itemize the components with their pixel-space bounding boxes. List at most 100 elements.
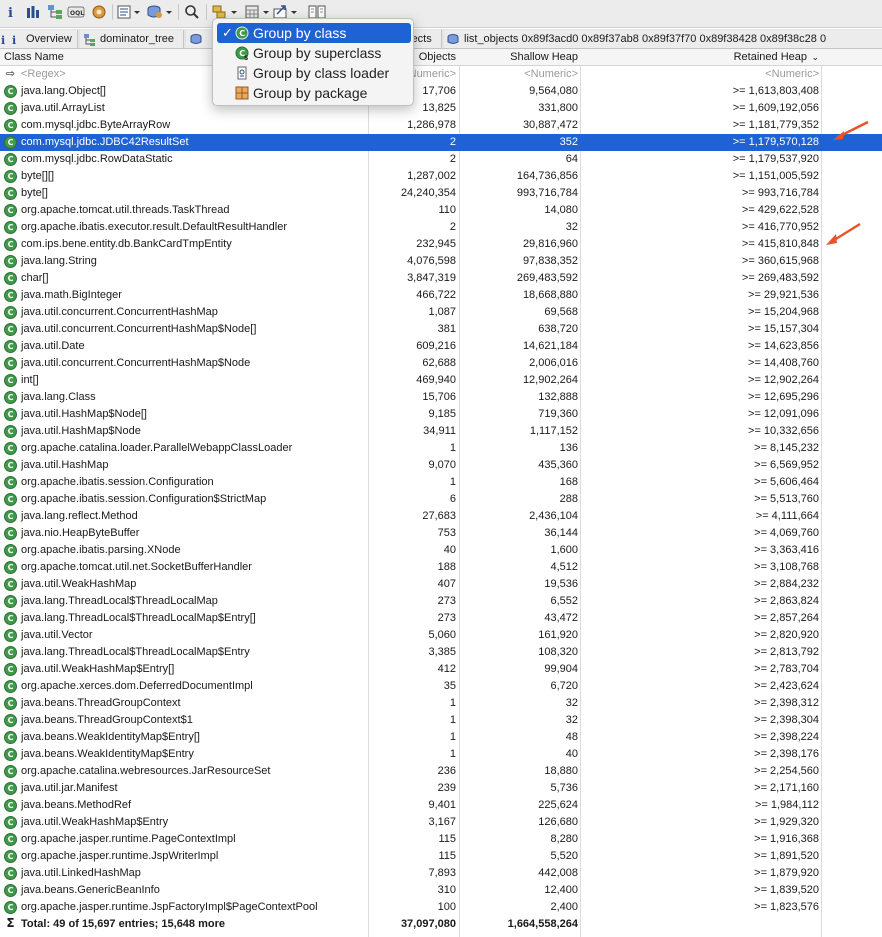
table-row[interactable]: Corg.apache.tomcat.util.net.SocketBuffer…	[0, 559, 882, 576]
table-row[interactable]: Cjava.lang.ThreadLocal$ThreadLocalMap 273…	[0, 593, 882, 610]
class-icon: C	[4, 272, 17, 285]
menu-item-group-by-class[interactable]: ✓ C Group by class	[217, 23, 411, 43]
table-row[interactable]: Cchar[] 3,847,319 269,483,592 >= 269,483,59…	[0, 270, 882, 287]
query-icon	[447, 33, 460, 46]
table-row[interactable]: Ccom.mysql.jdbc.JDBC42ResultSet 2 352 >= 1,…	[0, 134, 882, 151]
table-row[interactable]: Cjava.beans.GenericBeanInfo 310 12,400 >= 1…	[0, 882, 882, 899]
table-row[interactable]: Cjava.util.HashMap 9,070 435,360 >= 6,569,9…	[0, 457, 882, 474]
shallow-heap-cell: 269,483,592	[516, 272, 578, 284]
histogram-icon[interactable]	[24, 2, 42, 22]
query-icon[interactable]	[146, 2, 174, 22]
class-icon: C	[4, 782, 17, 795]
retained-heap-cell: >= 1,839,520	[754, 884, 819, 896]
retained-heap-cell: >= 416,770,952	[741, 221, 819, 233]
table-row[interactable]: Corg.apache.jasper.runtime.PageContextIm…	[0, 831, 882, 848]
table-row[interactable]: Cjava.util.HashMap$Node 34,911 1,117,152 >=…	[0, 423, 882, 440]
menu-item-group-by-package[interactable]: Group by package	[217, 83, 411, 103]
table-row[interactable]: Cjava.util.Date 609,216 14,621,184 >= 14,62…	[0, 338, 882, 355]
class-icon: C	[4, 663, 17, 676]
tab-list-objects[interactable]: list_objects 0x89f3acd0 0x89f37ab8 0x89f…	[444, 30, 882, 48]
objects-cell: 310	[437, 884, 456, 896]
oql-icon[interactable]: OQL	[66, 2, 86, 22]
table-row[interactable]: Corg.apache.ibatis.parsing.XNode 40 1,600 >…	[0, 542, 882, 559]
class-name-cell: java.util.HashMap$Node[]	[21, 408, 147, 420]
table-row[interactable]: Cjava.util.WeakHashMap$Entry 3,167 126,680…	[0, 814, 882, 831]
table-row[interactable]: Cjava.lang.reflect.Method 27,683 2,436,104…	[0, 508, 882, 525]
table-row[interactable]: Ccom.mysql.jdbc.RowDataStatic 2 64 >= 1,179…	[0, 151, 882, 168]
class-name-cell: java.lang.ThreadLocal$ThreadLocalMap	[21, 595, 218, 607]
dominator-tree-icon	[83, 33, 96, 46]
table-row[interactable]: Cjava.util.ArrayList 13,825 331,800 >= 1,60…	[0, 100, 882, 117]
filter-class-name[interactable]: <Regex>	[21, 66, 66, 83]
objects-cell: 2	[449, 153, 456, 165]
table-row[interactable]: Cjava.util.WeakHashMap 407 19,536 >= 2,884,…	[0, 576, 882, 593]
tab-overview[interactable]: i Overview	[6, 30, 78, 48]
table-row[interactable]: Corg.apache.jasper.runtime.JspFactoryImp…	[0, 899, 882, 916]
table-row[interactable]: Cjava.nio.HeapByteBuffer 753 36,144 >= 4,06…	[0, 525, 882, 542]
filter-objects[interactable]: Numeric>	[409, 66, 456, 83]
class-icon: C	[4, 629, 17, 642]
shallow-heap-cell: 6,720	[550, 680, 578, 692]
table-row[interactable]: Corg.apache.ibatis.executor.result.Defau…	[0, 219, 882, 236]
table-row[interactable]: Cjava.util.concurrent.ConcurrentHashMap 1…	[0, 304, 882, 321]
table-row[interactable]: Cjava.util.concurrent.ConcurrentHashMap$…	[0, 355, 882, 372]
info-icon[interactable]: i	[4, 2, 18, 22]
tab-dominator-tree[interactable]: dominator_tree	[80, 30, 184, 48]
class-icon: C	[4, 255, 17, 268]
table-row[interactable]: Cbyte[] 24,240,354 993,716,784 >= 993,716,7…	[0, 185, 882, 202]
table-row[interactable]: Cjava.util.HashMap$Node[] 9,185 719,360 >= …	[0, 406, 882, 423]
menu-item-group-by-superclass[interactable]: CS Group by superclass	[217, 43, 411, 63]
shallow-heap-cell: 331,800	[538, 102, 578, 114]
table-row[interactable]: Ccom.ips.bene.entity.db.BankCardTmpEntit…	[0, 236, 882, 253]
table-row[interactable]: Cjava.util.Vector 5,060 161,920 >= 2,820,92…	[0, 627, 882, 644]
table-row[interactable]: Cjava.util.WeakHashMap$Entry[] 412 99,904 >…	[0, 661, 882, 678]
class-name-cell: java.beans.WeakIdentityMap$Entry[]	[21, 731, 200, 743]
class-name-cell: java.util.WeakHashMap	[21, 578, 137, 590]
search-icon[interactable]	[183, 2, 201, 22]
table-row[interactable]: Corg.apache.ibatis.session.Configuration…	[0, 474, 882, 491]
settings-icon[interactable]	[90, 2, 108, 22]
column-header-class-name[interactable]: Class Name	[4, 49, 64, 66]
table-row[interactable]: Corg.apache.catalina.loader.ParallelWeba…	[0, 440, 882, 457]
column-header-retained-heap[interactable]: Retained Heap	[734, 49, 807, 66]
column-header-shallow-heap[interactable]: Shallow Heap	[510, 49, 578, 66]
class-name-cell: org.apache.catalina.loader.ParallelWebap…	[21, 442, 293, 454]
table-row[interactable]: Ccom.mysql.jdbc.ByteArrayRow 1,286,978 30,…	[0, 117, 882, 134]
table-row[interactable]: Cjava.lang.Class 15,706 132,888 >= 12,695,2…	[0, 389, 882, 406]
table-row[interactable]: Cbyte[][] 1,287,002 164,736,856 >= 1,151,00…	[0, 168, 882, 185]
retained-heap-cell: >= 1,823,576	[754, 901, 819, 913]
table-row[interactable]: Corg.apache.catalina.webresources.JarRes…	[0, 763, 882, 780]
class-icon: C	[4, 765, 17, 778]
table-row[interactable]: Corg.apache.jasper.runtime.JspWriterImpl…	[0, 848, 882, 865]
menu-item-group-by-class-loader[interactable]: Group by class loader	[217, 63, 411, 83]
class-name-cell: java.util.Date	[21, 340, 85, 352]
table-row[interactable]: Cjava.beans.ThreadGroupContext 1 32 >= 2,39…	[0, 695, 882, 712]
table-row[interactable]: Cjava.beans.ThreadGroupContext$1 1 32 >= 2,…	[0, 712, 882, 729]
table-row[interactable]: Cjava.lang.ThreadLocal$ThreadLocalMap$En…	[0, 610, 882, 627]
class-icon: C	[4, 289, 17, 302]
dominator-tree-icon[interactable]	[46, 2, 64, 22]
table-row[interactable]: Cjava.util.concurrent.ConcurrentHashMap$…	[0, 321, 882, 338]
table-row[interactable]: Cjava.util.jar.Manifest 239 5,736 >= 2,171,…	[0, 780, 882, 797]
shallow-heap-cell: 161,920	[538, 629, 578, 641]
table-row[interactable]: Cjava.beans.WeakIdentityMap$Entry[] 1 48 >=…	[0, 729, 882, 746]
table-row[interactable]: Cint[] 469,940 12,902,264 >= 12,902,264	[0, 372, 882, 389]
table-row[interactable]: Cjava.beans.MethodRef 9,401 225,624 >= 1,98…	[0, 797, 882, 814]
table-row[interactable]: Cjava.lang.String 4,076,598 97,838,352 >= 3…	[0, 253, 882, 270]
class-name-cell: com.mysql.jdbc.ByteArrayRow	[21, 119, 171, 131]
table-row[interactable]: Corg.apache.tomcat.util.threads.TaskThre…	[0, 202, 882, 219]
filter-shallow-heap[interactable]: <Numeric>	[524, 66, 578, 83]
table-row[interactable]: Cjava.beans.WeakIdentityMap$Entry 1 40 >= 2…	[0, 746, 882, 763]
shallow-heap-cell: 4,512	[550, 561, 578, 573]
column-header-objects[interactable]: Objects	[419, 49, 456, 66]
filter-retained-heap[interactable]: <Numeric>	[765, 66, 819, 83]
retained-heap-cell: >= 1,609,192,056	[732, 102, 819, 114]
table-row[interactable]: Cjava.math.BigInteger 466,722 18,668,880 >=…	[0, 287, 882, 304]
table-row[interactable]: Corg.apache.ibatis.session.Configuration…	[0, 491, 882, 508]
table-row[interactable]: Cjava.lang.ThreadLocal$ThreadLocalMap$En…	[0, 644, 882, 661]
table-row[interactable]: Cjava.util.LinkedHashMap 7,893 442,008 >= 1…	[0, 865, 882, 882]
report-icon[interactable]	[116, 2, 142, 22]
filter-row[interactable]: ⇨ <Regex> Numeric> <Numeric> <Numeric>	[0, 66, 882, 83]
table-row[interactable]: Corg.apache.xerces.dom.DeferredDocumentI…	[0, 678, 882, 695]
table-row[interactable]: Cjava.lang.Object[] 17,706 9,564,080 >= 1,6…	[0, 83, 882, 100]
